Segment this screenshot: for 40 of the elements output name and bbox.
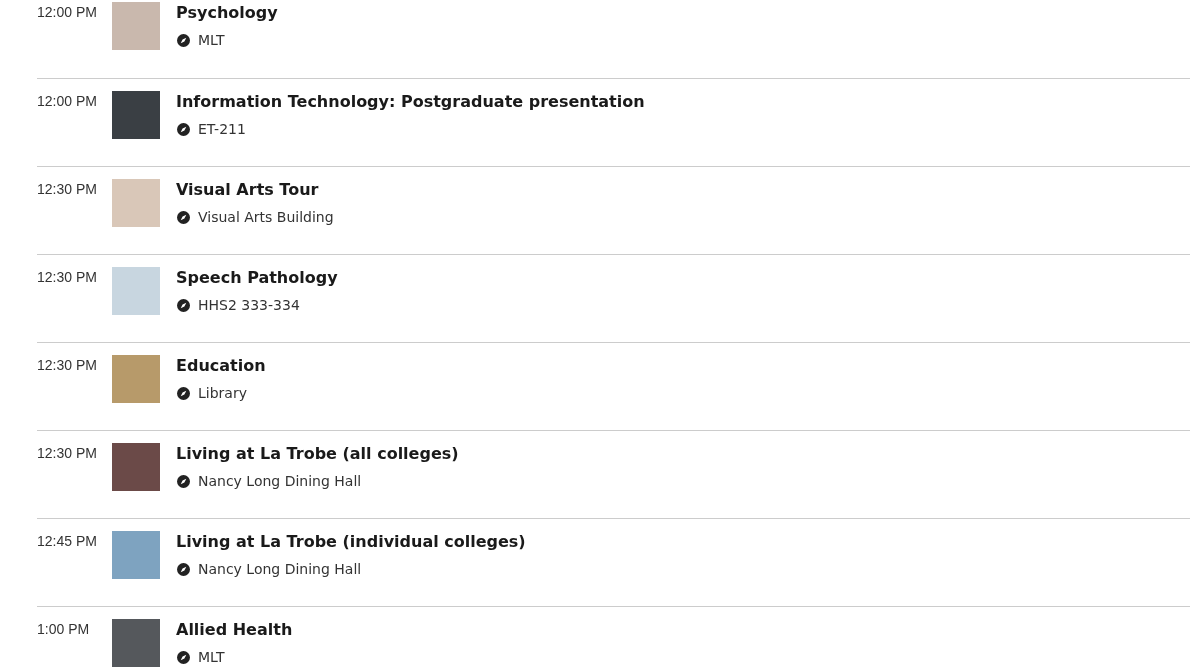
event-location: Library (198, 385, 247, 401)
photo-placeholder (112, 355, 160, 403)
event-title[interactable]: Psychology (176, 3, 278, 22)
event-location: ET-211 (198, 121, 246, 137)
compass-icon (177, 386, 190, 400)
photo-placeholder (112, 619, 160, 667)
photo-placeholder (112, 267, 160, 315)
event-title[interactable]: Living at La Trobe (all colleges) (176, 444, 459, 463)
compass-icon (177, 298, 190, 312)
event-location: Visual Arts Building (198, 209, 334, 225)
event-time: 12:30 PM (37, 356, 98, 373)
photo-placeholder (112, 443, 160, 491)
event-location: HHS2 333-334 (198, 297, 300, 313)
event-time: 12:30 PM (37, 268, 98, 285)
photo-placeholder (112, 179, 160, 227)
photo-placeholder (112, 2, 160, 50)
event-time: 12:00 PM (37, 3, 98, 20)
event-time: 12:45 PM (37, 532, 98, 549)
compass-icon (177, 474, 190, 488)
event-title[interactable]: Information Technology: Postgraduate presentation (176, 92, 645, 111)
compass-icon (177, 210, 190, 224)
event-time: 12:30 PM (37, 444, 98, 461)
event-location: Nancy Long Dining Hall (198, 561, 362, 577)
event-time: 12:00 PM (37, 92, 98, 109)
compass-icon (177, 122, 190, 136)
compass-icon (177, 33, 190, 47)
event-title[interactable]: Allied Health (176, 620, 293, 639)
photo-placeholder (112, 531, 160, 579)
event-location: MLT (198, 649, 225, 665)
event-title[interactable]: Speech Pathology (176, 268, 338, 287)
event-title[interactable]: Living at La Trobe (individual colleges) (176, 532, 526, 551)
event-title[interactable]: Visual Arts Tour (176, 180, 334, 199)
event-time: 1:00 PM (37, 620, 91, 637)
event-title[interactable]: Education (176, 356, 266, 375)
event-location: MLT (198, 32, 225, 48)
event-location: Nancy Long Dining Hall (198, 473, 362, 489)
compass-icon (177, 562, 190, 576)
photo-placeholder (112, 91, 160, 139)
compass-icon (177, 650, 190, 664)
event-time: 12:30 PM (37, 180, 98, 197)
